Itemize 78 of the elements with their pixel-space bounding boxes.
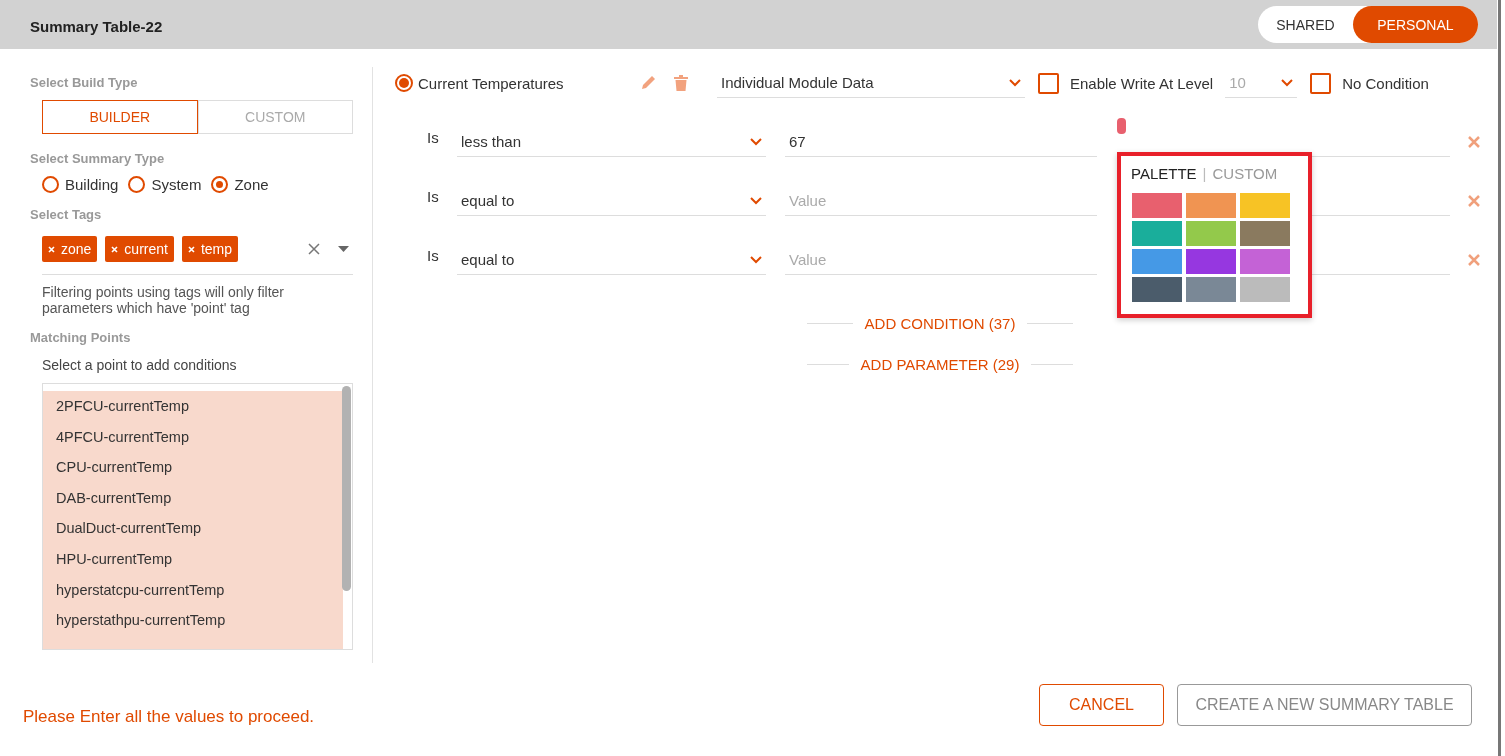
tag-chip[interactable]: zone [42,236,98,262]
caret-icon [750,137,762,146]
tags-field[interactable]: zone current temp [42,232,353,275]
data-source-dropdown[interactable]: Individual Module Data [717,68,1025,98]
palette-swatch[interactable] [1132,277,1182,302]
tag-chip[interactable]: current [105,236,174,262]
checkbox-label: Enable Write At Level [1070,74,1214,92]
build-type-tab[interactable]: BUILDER [42,100,198,134]
condition-prefix: Is [427,187,440,205]
section-label: Select Build Type [30,75,139,90]
palette-swatch[interactable] [1186,193,1236,218]
scrollbar[interactable] [342,386,351,591]
condition-prefix: Is [427,246,440,264]
point-item[interactable]: 4PFCU-currentTemp [56,421,343,453]
create-button[interactable]: CREATE A NEW SUMMARY TABLE [1177,683,1472,726]
condition-prefix: Is [427,128,440,146]
point-item[interactable]: DAB-currentTemp [56,482,343,514]
checkbox-label: No Condition [1342,74,1429,92]
add-parameter-link[interactable]: ADD PARAMETER (29) [860,356,1020,373]
checkbox[interactable] [1310,72,1332,94]
palette-swatch[interactable] [1186,249,1236,274]
point-item[interactable]: hyperstathpu-currentTemp [56,605,343,636]
radio-label: System [151,176,202,193]
palette-swatch[interactable] [1240,221,1290,246]
dialog-title: Summary Table-22 [30,18,163,35]
picker-tab[interactable]: PALETTE [1131,165,1197,182]
trash-icon[interactable] [673,74,689,92]
color-swatch[interactable] [1117,118,1126,134]
operator-dropdown[interactable]: equal to [457,245,766,275]
tags-hint: Filtering points using tags will only filter parameters which have 'point' tag [42,284,285,316]
palette-swatch[interactable] [1240,277,1290,302]
operator-dropdown[interactable]: less than [457,127,766,157]
delete-icon[interactable] [1468,195,1480,207]
point-item[interactable]: hyperstatcpu-currentTemp [56,574,343,606]
radio-button[interactable] [211,176,229,193]
point-item[interactable]: DualDuct-currentTemp [56,513,343,544]
remove-icon[interactable] [187,245,195,253]
point-item[interactable]: HPU-currentTemp [56,543,343,575]
remove-icon[interactable] [48,245,55,253]
point-item[interactable]: CPU-currentTemp [56,452,343,483]
radio-button[interactable] [128,176,146,193]
add-condition-link[interactable]: ADD CONDITION (37) [864,315,1016,332]
tab-separator: | [1202,165,1207,182]
cancel-button[interactable]: CANCEL [1039,683,1164,726]
section-label: Matching Points [30,330,132,345]
delete-icon[interactable] [1468,254,1480,266]
palette-swatch[interactable] [1132,249,1182,274]
section-label: Select Tags [30,207,103,222]
radio-label: Building [65,176,119,193]
radio-button[interactable] [42,176,59,193]
remove-icon[interactable] [111,245,119,253]
radio-button[interactable] [395,74,413,92]
points-hint: Select a point to add conditions [42,357,238,373]
palette-swatch[interactable] [1240,193,1290,218]
palette-swatch[interactable] [1186,277,1236,302]
parameter-name: Current Temperatures [418,74,565,92]
section-label: Select Summary Type [30,151,166,166]
delete-icon[interactable] [1468,136,1480,148]
pencil-icon[interactable] [639,74,657,92]
radio-label: Zone [234,176,269,193]
caret-icon [750,196,762,205]
palette-swatch[interactable] [1186,221,1236,246]
dropdown-icon[interactable] [338,246,349,252]
checkbox[interactable] [1038,72,1059,94]
caret-icon [1281,78,1294,87]
value-field[interactable]: 67 [785,127,1097,157]
palette-swatch[interactable] [1240,249,1290,274]
caret-icon [750,255,762,264]
palette-swatch[interactable] [1132,221,1182,246]
caret-icon [1009,78,1021,87]
clear-icon[interactable] [308,243,320,255]
tag-chip[interactable]: temp [181,236,239,262]
operator-dropdown[interactable]: equal to [457,186,766,216]
visibility-tab[interactable]: PERSONAL [1352,6,1478,43]
point-item[interactable]: 2PFCU-currentTemp [56,391,343,422]
palette-swatch[interactable] [1132,193,1182,218]
visibility-tab[interactable]: SHARED [1258,6,1353,43]
error-message: Please Enter all the values to proceed. [23,706,315,727]
